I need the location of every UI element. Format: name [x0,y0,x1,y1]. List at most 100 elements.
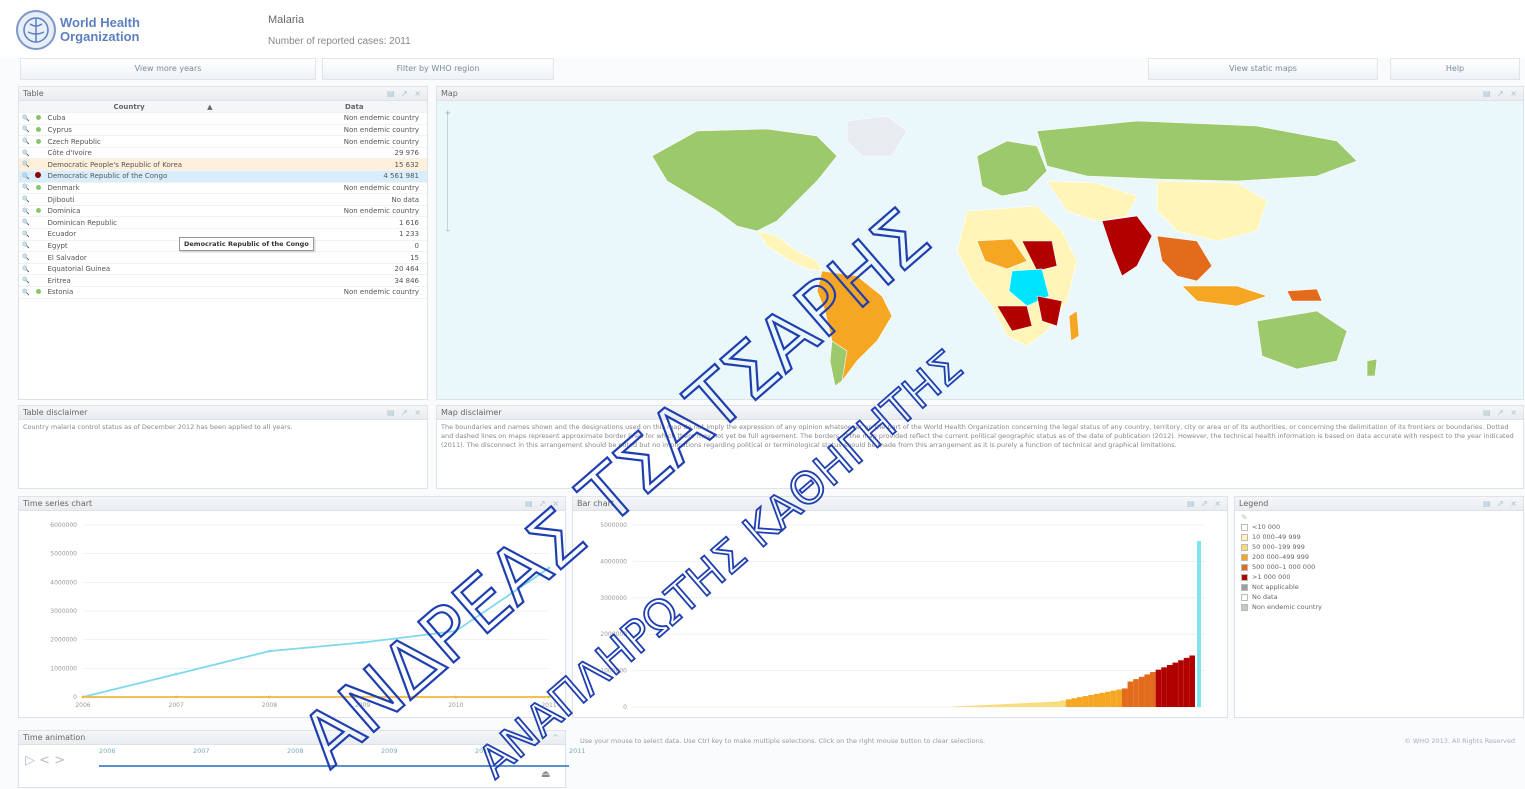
data-point[interactable] [547,695,551,699]
region-indonesia[interactable] [1181,285,1268,307]
bar[interactable] [1161,667,1167,707]
region-southeast-asia[interactable] [1156,235,1213,282]
zoom-to-country-icon[interactable]: 🔍 [19,193,33,206]
zoom-to-country-icon[interactable]: 🔍 [19,147,33,160]
panel-controls-icon[interactable]: ▤ ↗ × [525,497,561,510]
legend-edit-icon[interactable]: ✎ [1235,511,1523,522]
region-papua[interactable] [1286,288,1323,302]
world-map[interactable]: + − [437,101,1523,399]
bar[interactable] [1071,698,1077,707]
bar[interactable] [975,705,982,707]
zoom-to-country-icon[interactable]: 🔍 [19,182,33,195]
data-point[interactable] [454,629,458,633]
zoom-to-country-icon[interactable]: 🔍 [19,124,33,137]
bar[interactable] [970,705,976,707]
region-south-america[interactable] [816,270,893,382]
animation-year-label[interactable]: 2010 [475,747,492,755]
animation-year-label[interactable]: 2011 [569,747,586,755]
data-point[interactable] [268,695,271,699]
bar[interactable] [1048,701,1055,707]
bar[interactable] [992,704,999,707]
bar[interactable] [1121,688,1128,707]
help-button[interactable]: Help [1390,58,1520,80]
animation-timeline[interactable] [99,765,569,767]
zoom-to-country-icon[interactable]: 🔍 [19,263,33,276]
bar[interactable] [1133,679,1139,707]
bar[interactable] [987,704,993,707]
zoom-to-country-icon[interactable]: 🔍 [19,112,33,125]
animation-year-label[interactable]: 2008 [287,747,304,755]
bar[interactable] [953,706,959,707]
table-row[interactable]: 🔍 Côte d'Ivoire 29 976 [19,147,427,160]
panel-controls-icon[interactable]: ▤ ↗ × [387,87,423,100]
bar[interactable] [958,706,965,707]
data-point[interactable] [361,641,364,644]
animation-year-label[interactable]: 2009 [381,747,398,755]
time-series-chart[interactable]: 0 1000000 2000000 3000000 4000000 5000000 6000… [19,511,565,717]
bar[interactable] [1110,690,1117,707]
bar[interactable] [1127,681,1134,707]
bar[interactable] [1054,701,1061,707]
table-row[interactable]: 🔍 Dominica Non endemic country [19,205,427,218]
region-australia[interactable] [1256,310,1348,370]
table-row[interactable]: 🔍 Eritrea 34 846 [19,274,427,287]
step-back-icon[interactable]: < [39,753,50,768]
bar[interactable] [1105,691,1111,707]
zoom-to-country-icon[interactable]: 🔍 [19,205,33,218]
play-icon[interactable]: ▷ [25,753,35,768]
series-line[interactable] [82,567,550,698]
zoom-in-icon[interactable]: + [445,109,451,117]
region-greenland[interactable] [846,115,908,157]
zoom-out-icon[interactable]: − [445,227,451,235]
bar[interactable] [1076,697,1083,707]
animation-year-label[interactable]: 2006 [99,747,116,755]
panel-controls-icon[interactable]: ^ [552,731,561,744]
table-row[interactable]: 🔍 Cuba Non endemic country [19,112,427,125]
zoom-to-country-icon[interactable]: 🔍 [19,135,33,148]
zoom-to-country-icon[interactable]: 🔍 [19,251,33,264]
bar[interactable] [1003,703,1010,707]
zoom-to-country-icon[interactable]: 🔍 [19,170,33,183]
copyright-link[interactable]: © WHO 2013. All Rights Reserved [1404,737,1515,745]
bar[interactable] [1144,674,1151,707]
zoom-to-country-icon[interactable]: 🔍 [19,216,33,230]
data-point[interactable] [547,566,551,570]
bar[interactable] [1015,703,1021,707]
bar[interactable] [1189,655,1195,707]
table-row[interactable]: 🔍 El Salvador 15 [19,251,427,264]
panel-controls-icon[interactable]: ▤ ↗ × [1187,497,1223,510]
table-row[interactable]: 🔍 Djibouti No data [19,193,427,206]
bar[interactable] [1032,702,1038,707]
data-point[interactable] [361,695,364,699]
bar[interactable] [1116,689,1122,707]
bar[interactable] [1172,662,1179,707]
col-data-header[interactable]: Data [281,101,427,114]
region-middle-east[interactable] [1046,180,1138,222]
zoom-slider[interactable]: + − [445,109,451,235]
table-row[interactable]: 🔍 Dominican Republic 1 616 [19,216,427,230]
zoom-to-country-icon[interactable]: 🔍 [19,158,33,172]
timeline-handle-icon[interactable]: ⏏ [541,769,550,780]
bar[interactable] [1043,702,1049,707]
filter-region-button[interactable]: Filter by WHO region [322,58,554,80]
bar[interactable] [1037,702,1044,707]
panel-controls-icon[interactable]: ▤ ↗ × [1483,406,1519,419]
bar[interactable] [1060,700,1066,707]
bar[interactable] [1088,694,1094,707]
region-russia[interactable] [1036,120,1358,182]
panel-controls-icon[interactable]: ▤ ↗ × [387,406,423,419]
region-china[interactable] [1156,180,1268,242]
zoom-to-country-icon[interactable]: 🔍 [19,240,33,253]
col-country-header[interactable]: Country ▲ [44,101,282,114]
bar[interactable] [1082,696,1089,707]
panel-controls-icon[interactable]: ▤ ↗ × [1483,497,1519,510]
region-north-america[interactable] [651,128,838,232]
bar[interactable] [1155,669,1162,707]
region-madagascar[interactable] [1068,310,1080,342]
view-more-years-button[interactable]: View more years [20,58,316,80]
data-point[interactable] [174,695,178,699]
bar[interactable] [1150,672,1156,707]
bar[interactable] [1099,692,1106,707]
bar[interactable] [981,705,988,707]
region-new-zealand[interactable] [1366,358,1378,377]
